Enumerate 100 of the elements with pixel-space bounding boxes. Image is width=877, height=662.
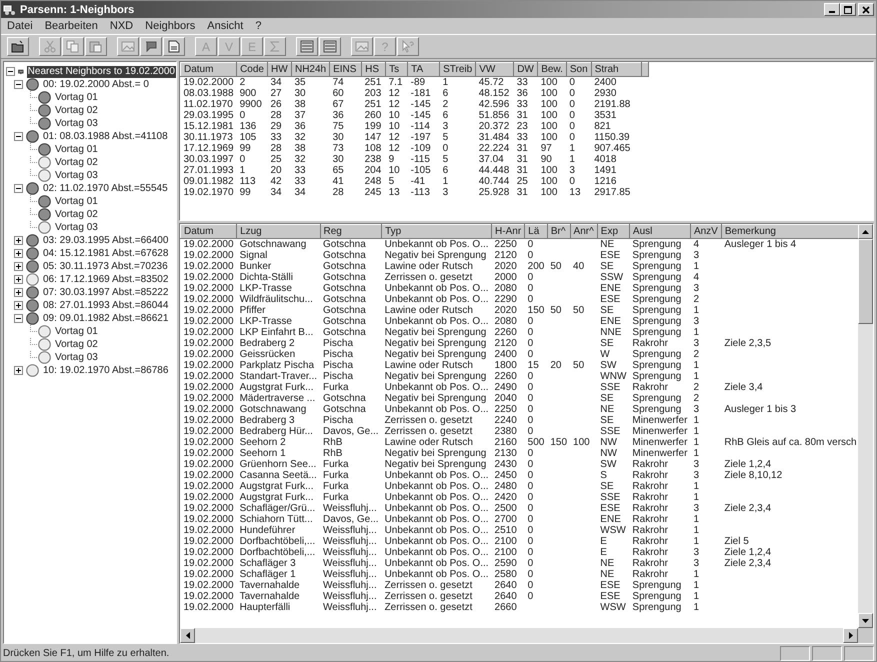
toolbar-button[interactable]: [62, 37, 84, 56]
scroll-left-button[interactable]: [180, 628, 195, 643]
column-header[interactable]: Bew.: [538, 62, 566, 76]
column-header[interactable]: Br^: [547, 224, 570, 238]
tree-item[interactable]: Vortag 03: [54, 170, 99, 182]
expand-icon[interactable]: [14, 249, 23, 258]
tree-item[interactable]: Vortag 03: [54, 118, 99, 130]
column-header[interactable]: STreib: [440, 62, 476, 76]
expand-icon[interactable]: [14, 301, 23, 310]
column-header[interactable]: Strah: [591, 62, 642, 76]
close-button[interactable]: [858, 3, 874, 16]
toolbar-button[interactable]: [117, 37, 139, 56]
tree-item[interactable]: Vortag 02: [54, 338, 99, 350]
collapse-icon[interactable]: [6, 67, 15, 76]
toolbar-button[interactable]: [397, 37, 419, 56]
tree-item[interactable]: 10: 19.02.1970 Abst.=86786: [42, 364, 170, 376]
column-header[interactable]: DW: [514, 62, 538, 76]
column-header[interactable]: Son: [566, 62, 592, 76]
tree-item[interactable]: 00: 19.02.2000 Abst.= 0: [42, 78, 150, 90]
toolbar-button[interactable]: [351, 37, 373, 56]
tree-item[interactable]: 05: 30.11.1973 Abst.=70236: [42, 260, 169, 272]
tree-item[interactable]: 06: 17.12.1969 Abst.=83502: [42, 274, 170, 286]
column-header[interactable]: Typ: [382, 224, 492, 238]
table-cell-text: 65: [332, 165, 345, 176]
table-cell-text: Negativ bei Sprengung: [384, 349, 488, 360]
menu-item[interactable]: Neighbors: [145, 20, 196, 32]
tree-item[interactable]: Vortag 01: [54, 196, 99, 208]
collapse-icon[interactable]: [14, 132, 23, 141]
column-header[interactable]: AnzV: [690, 224, 722, 238]
tree-item[interactable]: Vortag 02: [54, 156, 99, 168]
menu-item[interactable]: Bearbeiten: [44, 20, 98, 32]
column-header[interactable]: TA: [408, 62, 440, 76]
tree-item[interactable]: Nearest Neighbors to 19.02.2000: [26, 66, 176, 78]
open-button[interactable]: [7, 37, 29, 56]
toolbar-button[interactable]: [39, 37, 61, 56]
minimize-button[interactable]: [824, 3, 840, 16]
table-cell-text: Sprengung: [631, 272, 682, 283]
tree-item[interactable]: 07: 30.03.1997 Abst.=85222: [42, 286, 170, 298]
table-cell-text: Tavernahalde: [238, 591, 301, 602]
toolbar-button[interactable]: [264, 37, 286, 56]
column-header[interactable]: Bemerkung: [721, 224, 858, 238]
column-header[interactable]: Anr^: [570, 224, 598, 238]
column-header[interactable]: HW: [267, 62, 292, 76]
table-cell-text: 67: [332, 99, 345, 110]
table-cell-text: Standart-Traver...: [238, 371, 318, 382]
toolbar-button[interactable]: [319, 37, 341, 56]
tree-item[interactable]: 09: 09.01.1982 Abst.=86621: [42, 312, 170, 324]
expand-icon[interactable]: [14, 275, 23, 284]
scroll-up-button[interactable]: [858, 224, 873, 239]
toolbar-button[interactable]: [85, 37, 107, 56]
collapse-icon[interactable]: [14, 314, 23, 323]
tree-item[interactable]: Vortag 01: [54, 92, 99, 104]
tree-item[interactable]: Vortag 02: [54, 104, 99, 116]
column-header[interactable]: Datum: [180, 224, 237, 238]
toolbar-button[interactable]: [163, 37, 185, 56]
column-header[interactable]: H-Anr: [492, 224, 525, 238]
collapse-icon[interactable]: [14, 80, 23, 89]
tree-item[interactable]: 08: 27.01.1993 Abst.=86044: [42, 300, 170, 312]
tree-item[interactable]: Vortag 01: [54, 326, 99, 338]
tree-item[interactable]: Vortag 02: [54, 208, 99, 220]
expand-icon[interactable]: [14, 262, 23, 271]
menu-item[interactable]: Ansicht: [207, 20, 244, 32]
scroll-right-button[interactable]: [843, 628, 858, 643]
maximize-button[interactable]: [840, 3, 856, 16]
table-cell-text: Schiahorn Tütt...: [238, 514, 314, 525]
column-header[interactable]: Exp: [597, 224, 630, 238]
tree-item[interactable]: Vortag 01: [54, 144, 99, 156]
column-header[interactable]: VW: [476, 62, 514, 76]
tree-item[interactable]: 04: 15.12.1981 Abst.=67628: [42, 248, 170, 260]
column-header[interactable]: Datum: [180, 62, 237, 76]
column-header[interactable]: Lzug: [236, 224, 320, 238]
tree-item[interactable]: 03: 29.03.1995 Abst.=66400: [42, 234, 170, 246]
table-cell-text: 19.02.2000: [182, 514, 235, 525]
collapse-icon[interactable]: [14, 184, 23, 193]
table-cell-text: NW: [599, 437, 618, 448]
toolbar-button[interactable]: [296, 37, 318, 56]
column-header[interactable]: Ts: [386, 62, 408, 76]
column-header[interactable]: Ausl: [629, 224, 690, 238]
scroll-thumb[interactable]: [858, 239, 873, 324]
tree-item[interactable]: 02: 11.02.1970 Abst.=55545: [42, 182, 169, 194]
tree-item[interactable]: Vortag 03: [54, 222, 99, 234]
toolbar-button[interactable]: [140, 37, 162, 56]
table-cell-text: 2100: [494, 536, 518, 547]
tree-item[interactable]: 01: 08.03.1988 Abst.=41108: [42, 130, 169, 142]
scroll-down-button[interactable]: [858, 613, 873, 628]
menu-item[interactable]: Datei: [7, 20, 33, 32]
menu-item[interactable]: ?: [255, 20, 262, 32]
column-header[interactable]: EINS: [330, 62, 362, 76]
horizontal-scrollbar[interactable]: [180, 628, 873, 643]
column-header[interactable]: Code: [236, 62, 268, 76]
tree-item[interactable]: Vortag 03: [54, 352, 99, 364]
vertical-scrollbar[interactable]: [858, 224, 873, 628]
expand-icon[interactable]: [14, 366, 23, 375]
column-header[interactable]: Lä: [524, 224, 548, 238]
menu-item[interactable]: NXD: [110, 20, 134, 32]
expand-icon[interactable]: [14, 236, 23, 245]
column-header[interactable]: NH24h: [291, 62, 330, 76]
column-header[interactable]: Reg: [320, 224, 382, 238]
expand-icon[interactable]: [14, 288, 23, 297]
column-header[interactable]: HS: [362, 62, 386, 76]
